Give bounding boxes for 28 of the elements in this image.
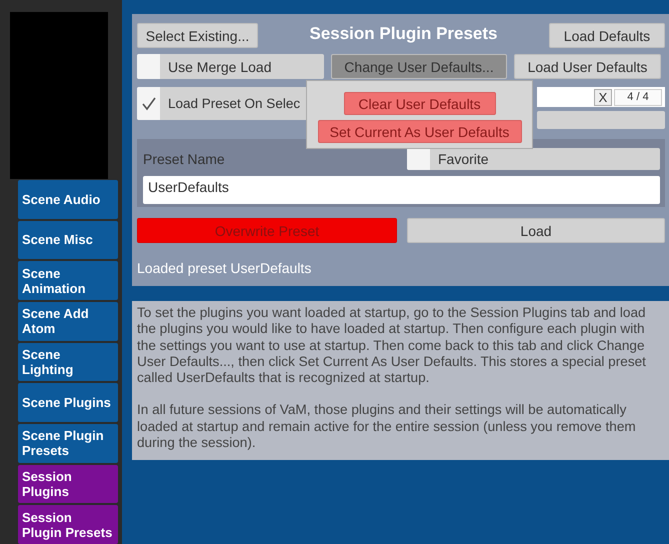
clear-button[interactable]: X	[594, 88, 612, 106]
change-user-defaults-button[interactable]: Change User Defaults...	[331, 54, 507, 79]
favorite-toggle[interactable]: Favorite	[407, 148, 660, 170]
merge-load-toggle[interactable]: Use Merge Load	[137, 54, 324, 79]
sidebar-tab[interactable]: Scene Add Atom	[18, 302, 118, 341]
sidebar-tab[interactable]: Scene Misc	[18, 220, 118, 260]
result-count: 4 / 4	[614, 88, 662, 106]
panel-title: Session Plugin Presets	[309, 24, 498, 44]
select-existing-button[interactable]: Select Existing...	[137, 23, 258, 48]
load-defaults-button[interactable]: Load Defaults	[548, 23, 665, 48]
load-user-defaults-button[interactable]: Load User Defaults	[514, 54, 661, 79]
filter-dropdown[interactable]	[537, 111, 665, 129]
preset-name-label: Preset Name	[143, 151, 225, 168]
sidebar-tab[interactable]: Scene Plugins	[18, 383, 118, 422]
sidebar-tab[interactable]: Scene Lighting	[18, 342, 118, 382]
sidebar-tab[interactable]: Scene Animation	[18, 261, 118, 300]
preset-name-field[interactable]: UserDefaults	[143, 176, 660, 204]
sidebar-tab[interactable]: Scene Plugin Presets	[18, 424, 118, 463]
check-icon	[140, 96, 156, 112]
description-text: To set the plugins you want loaded at startup, go to the Session Plugins tab and load the plugins you would like to have loaded at startup. Then configure each plugin with the settings you want to use at startup. Then come back to this tab and click Change User Defaults..., then click Set Current As User Defaults. This stores a special preset called UserDefaults that is recognized at startup.	[137, 305, 647, 386]
description-text: In all future sessions of VaM, those plugins and their settings will be automatically loaded at startup and remain active for the entire session (unless you remove them during the session).	[137, 402, 637, 452]
sidebar-tab[interactable]: Session Plugin Presets	[18, 505, 118, 544]
sidebar-tab[interactable]: Session Plugins	[18, 464, 118, 504]
load-button[interactable]: Load	[407, 218, 665, 243]
sidebar-tab[interactable]: Scene Audio	[18, 180, 118, 218]
search-field[interactable]: X 4 / 4	[537, 87, 665, 107]
status-text: Loaded preset UserDefaults	[137, 260, 312, 276]
load-preset-toggle[interactable]: Load Preset On Selec	[137, 87, 309, 120]
